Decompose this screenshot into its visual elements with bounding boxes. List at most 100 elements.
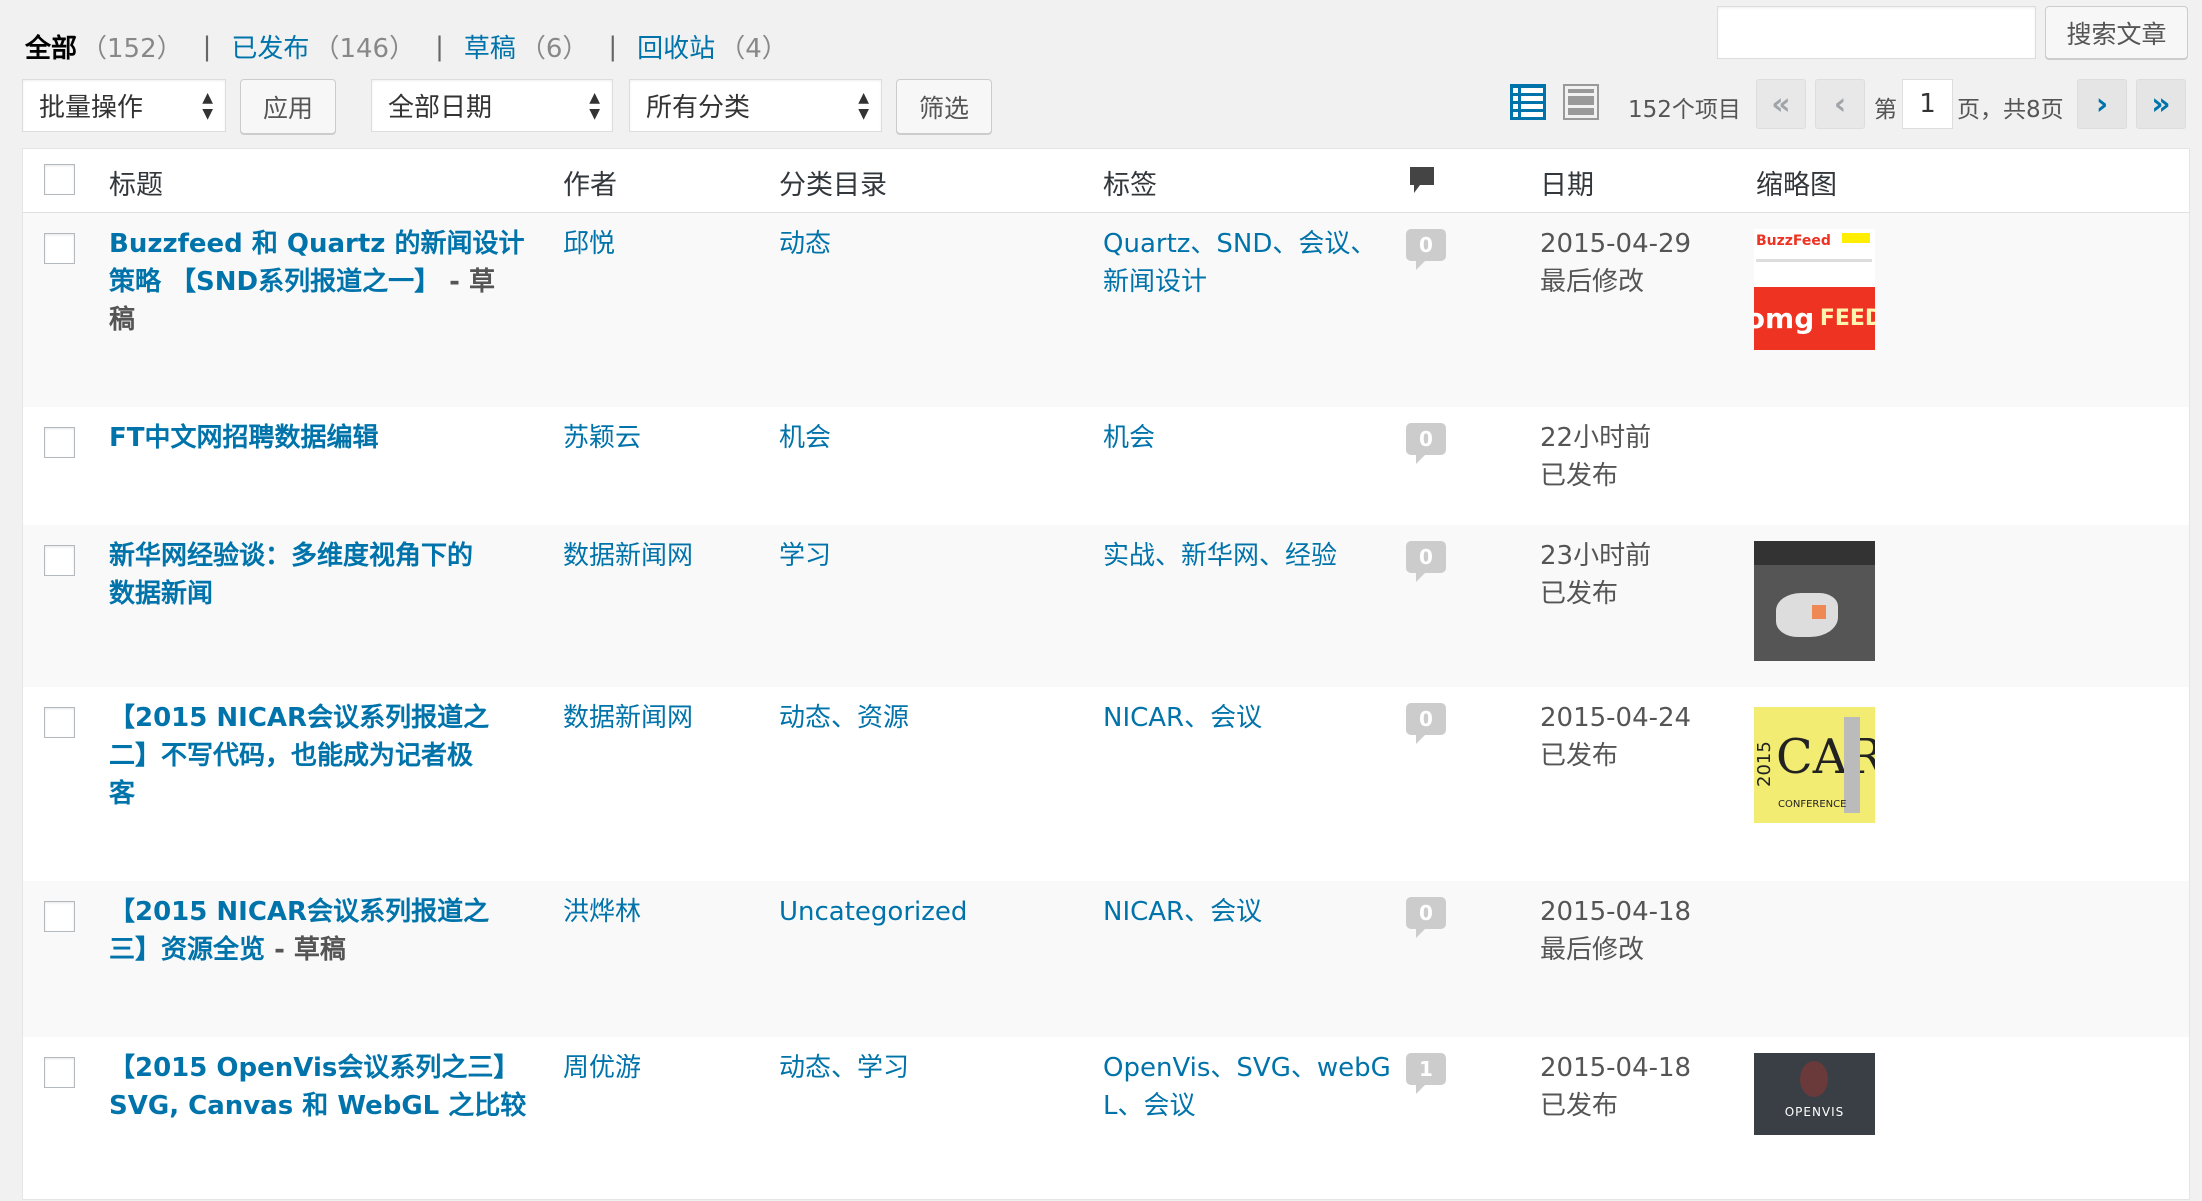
thumb-text: CAR: [1776, 729, 1875, 785]
dates-select[interactable]: 全部日期 ▲ ▼: [371, 79, 613, 132]
post-author[interactable]: 苏颖云: [563, 419, 641, 457]
column-date[interactable]: 日期: [1540, 163, 1594, 202]
post-categories[interactable]: 动态、学习: [779, 1049, 909, 1087]
select-arrows-icon: ▲ ▼: [858, 90, 869, 122]
post-tags[interactable]: Quartz、SND、会议、 新闻设计: [1103, 225, 1376, 301]
post-categories[interactable]: 学习: [779, 537, 831, 575]
apply-button[interactable]: 应用: [240, 79, 336, 134]
list-view-icon[interactable]: [1510, 84, 1546, 120]
post-thumbnail: BuzzFeed omg FEED: [1754, 229, 1875, 350]
post-author[interactable]: 周优游: [563, 1049, 641, 1087]
column-tags: 标签: [1103, 170, 1157, 201]
post-thumbnail: 2015 CAR CONFERENCE: [1754, 707, 1875, 823]
post-author[interactable]: 数据新闻网: [563, 537, 693, 575]
post-title-link[interactable]: FT中文网招聘数据编辑: [109, 423, 379, 453]
items-count: 152个项目: [1628, 97, 1741, 123]
thumb-brand: BuzzFeed: [1756, 233, 1831, 249]
row-checkbox[interactable]: [44, 1057, 75, 1088]
select-all-checkbox[interactable]: [44, 164, 75, 195]
search-input[interactable]: [1717, 6, 2036, 59]
filter-published[interactable]: 已发布 （146）: [231, 28, 415, 65]
post-title: 【2015 NICAR会议系列报道之 三】资源全览 - 草稿: [109, 893, 539, 969]
comment-icon[interactable]: [1408, 165, 1436, 204]
post-title: 新华网经验谈：多维度视角下的 数据新闻: [109, 537, 539, 613]
row-checkbox[interactable]: [44, 545, 75, 576]
categories-value: 所有分类: [646, 93, 751, 123]
filter-all-count: （152）: [81, 34, 183, 64]
separator: |: [202, 31, 212, 62]
filter-drafts[interactable]: 草稿 （6）: [464, 28, 589, 65]
post-categories[interactable]: 动态、资源: [779, 699, 909, 737]
filter-published-label: 已发布: [231, 34, 310, 64]
post-tags[interactable]: OpenVis、SVG、webG L、会议: [1103, 1049, 1391, 1125]
post-state: 稿: [109, 305, 136, 335]
comment-count-bubble[interactable]: 1: [1406, 1053, 1446, 1094]
post-author[interactable]: 洪烨林: [563, 893, 641, 931]
comment-count-bubble[interactable]: 0: [1406, 423, 1446, 464]
row-checkbox[interactable]: [44, 233, 75, 264]
column-title[interactable]: 标题: [109, 163, 163, 202]
post-tags[interactable]: NICAR、会议: [1103, 893, 1262, 931]
post-date: 22小时前 已发布: [1540, 423, 1652, 491]
posts-table: 标题 作者 分类目录 标签 日期 缩略图 Buzzfeed 和 Quartz 的…: [22, 148, 2190, 1200]
post-categories[interactable]: Uncategorized: [779, 893, 967, 931]
table-row: Buzzfeed 和 Quartz 的新闻设计 策略 【SND系列报道之一】 - …: [23, 213, 2189, 407]
table-row: FT中文网招聘数据编辑 苏颖云 机会 机会 0 22小时前 已发布: [23, 407, 2189, 525]
post-author[interactable]: 邱悦: [563, 225, 615, 263]
thumb-text: 2015: [1754, 741, 1775, 787]
table-row: 【2015 OpenVis会议系列之三】 SVG, Canvas 和 WebGL …: [23, 1037, 2189, 1201]
table-row: 新华网经验谈：多维度视角下的 数据新闻 数据新闻网 学习 实战、新华网、经验 0 …: [23, 525, 2189, 687]
next-page-button[interactable]: ›: [2077, 79, 2127, 129]
comment-count-bubble[interactable]: 0: [1406, 541, 1446, 582]
post-date: 2015-04-29 最后修改: [1540, 229, 1692, 297]
post-tags[interactable]: 实战、新华网、经验: [1103, 537, 1337, 575]
dates-value: 全部日期: [388, 93, 493, 123]
thumb-text: CONFERENCE: [1778, 799, 1847, 810]
search-posts-button[interactable]: 搜索文章: [2045, 6, 2188, 59]
comment-count-bubble[interactable]: 0: [1406, 703, 1446, 744]
post-date: 23小时前 已发布: [1540, 541, 1652, 609]
separator: |: [435, 31, 444, 62]
post-title: FT中文网招聘数据编辑: [109, 419, 539, 457]
column-author: 作者: [563, 170, 617, 201]
last-page-button[interactable]: »: [2136, 79, 2186, 129]
filter-trash-count: （4）: [719, 34, 788, 64]
post-title-link[interactable]: 【2015 OpenVis会议系列之三】 SVG, Canvas 和 WebGL …: [109, 1053, 526, 1121]
current-page-input[interactable]: 1: [1902, 79, 1953, 129]
filter-trash-label: 回收站: [637, 34, 716, 64]
row-checkbox[interactable]: [44, 707, 75, 738]
column-categories: 分类目录: [779, 170, 887, 201]
filter-drafts-count: （6）: [519, 34, 589, 64]
post-author[interactable]: 数据新闻网: [563, 699, 693, 737]
filter-all[interactable]: 全部 （152）: [25, 28, 183, 65]
excerpt-view-icon[interactable]: [1563, 84, 1599, 120]
prev-page-button[interactable]: ‹: [1815, 79, 1865, 129]
bulk-actions-select[interactable]: 批量操作 ▲ ▼: [22, 79, 226, 132]
post-state: - 草稿: [265, 935, 346, 965]
page-prefix: 第: [1874, 97, 1897, 123]
comment-count-bubble[interactable]: 0: [1406, 897, 1446, 938]
post-thumbnail: OPENVIS: [1754, 1053, 1875, 1135]
post-title-link[interactable]: 新华网经验谈：多维度视角下的 数据新闻: [109, 541, 473, 609]
post-date: 2015-04-18 已发布: [1540, 1053, 1692, 1121]
post-tags[interactable]: NICAR、会议: [1103, 699, 1262, 737]
row-checkbox[interactable]: [44, 901, 75, 932]
table-row: 【2015 NICAR会议系列报道之 二】不写代码，也能成为记者极客 数据新闻网 …: [23, 687, 2189, 881]
post-title: 【2015 NICAR会议系列报道之 二】不写代码，也能成为记者极客: [109, 699, 539, 813]
row-checkbox[interactable]: [44, 427, 75, 458]
page-suffix: 页，共8页: [1957, 97, 2064, 123]
post-state: - 草: [440, 267, 496, 297]
filter-trash[interactable]: 回收站 （4）: [637, 28, 788, 65]
filter-button[interactable]: 筛选: [896, 79, 992, 134]
comment-count-bubble[interactable]: 0: [1406, 229, 1446, 270]
post-title-link[interactable]: 【2015 NICAR会议系列报道之 二】不写代码，也能成为记者极客: [109, 703, 489, 809]
thumb-text: omg: [1754, 302, 1815, 335]
select-arrows-icon: ▲ ▼: [202, 90, 213, 122]
filter-all-label: 全部: [25, 34, 78, 64]
categories-select[interactable]: 所有分类 ▲ ▼: [629, 79, 882, 132]
first-page-button[interactable]: «: [1756, 79, 1806, 129]
post-categories[interactable]: 动态: [779, 225, 831, 263]
post-title: Buzzfeed 和 Quartz 的新闻设计 策略 【SND系列报道之一】 - …: [109, 225, 539, 339]
post-categories[interactable]: 机会: [779, 419, 831, 457]
post-tags[interactable]: 机会: [1103, 419, 1155, 457]
